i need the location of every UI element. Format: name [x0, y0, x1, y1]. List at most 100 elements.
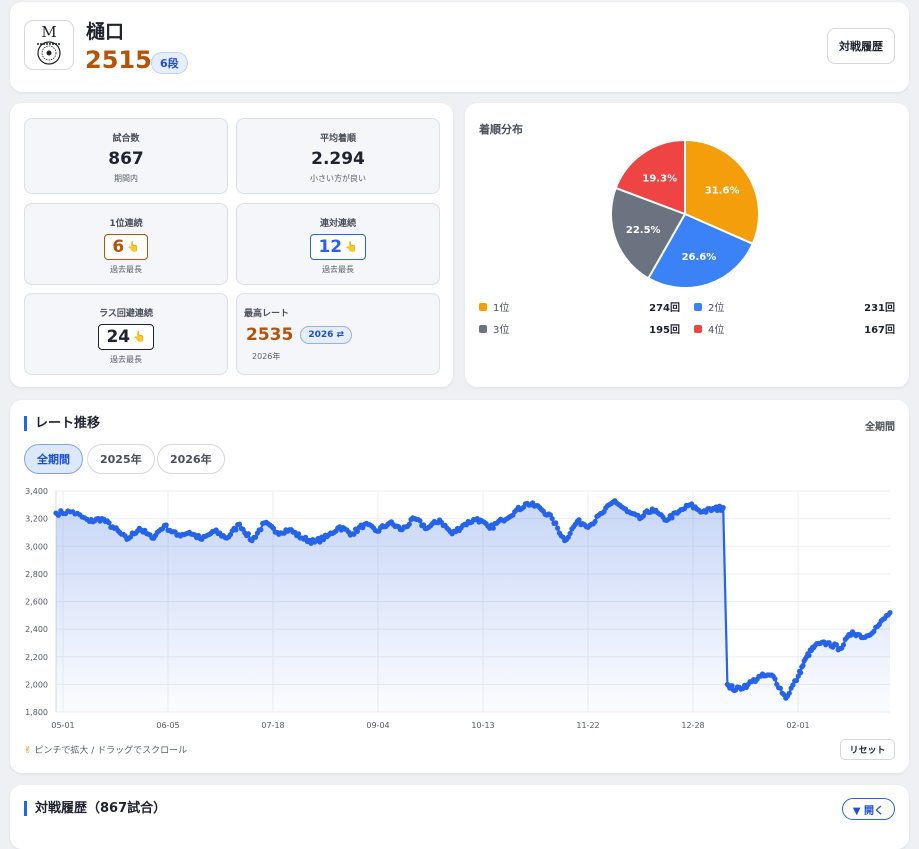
- distribution-legend: 1位 274回 2位 231回 3位 195回 4位 167回: [479, 299, 895, 336]
- rate-chart-card: レート推移 全期間 全期間 2025年 2026年 1,800 2,000 2,20…: [10, 400, 909, 773]
- seal-icon: [37, 41, 61, 65]
- y-tick-label: 2,000: [25, 680, 48, 689]
- rate-chart-title: レート推移: [24, 416, 100, 431]
- zoom-hint-text: ピンチで拡大 / ドラッグでスクロール: [34, 746, 188, 756]
- legend-label: 4位: [708, 325, 725, 336]
- games-tile: 試合数 867 期間内: [24, 118, 228, 194]
- legend-count: 231回: [864, 303, 895, 314]
- rentai-streak-box: 12 👆: [310, 234, 366, 260]
- first-streak-value: 6: [112, 237, 125, 257]
- legend-item-1: 1位 274回: [479, 299, 680, 314]
- pie-label-1: 31.6%: [705, 186, 740, 197]
- profile-card: M 樋口 2515 6段 対戦履歴: [10, 2, 909, 92]
- pointing-hand-icon: 👆: [127, 241, 140, 253]
- legend-label: 3位: [493, 325, 510, 336]
- history-button[interactable]: 対戦履歴: [827, 28, 895, 64]
- rate-point: [490, 525, 496, 531]
- rate-line-chart[interactable]: 1,800 2,000 2,200 2,400 2,600 2,800 3,000 3,200…: [10, 482, 909, 737]
- player-name: 樋口: [86, 21, 125, 43]
- legend-item-3: 3位 195回: [479, 321, 680, 336]
- history-open-button[interactable]: ▼ 開く: [841, 798, 895, 820]
- tab-all-period[interactable]: 全期間: [24, 444, 83, 474]
- avg-rank-label: 平均着順: [319, 134, 356, 144]
- y-tick-label: 2,800: [25, 570, 48, 579]
- legend-item-2: 2位 231回: [694, 299, 895, 314]
- avg-rank-sub: 小さい方が良い: [310, 174, 366, 183]
- best-rate-label: 最高レート: [244, 309, 290, 319]
- legend-label: 1位: [493, 303, 510, 314]
- x-tick-label: 10-13: [471, 721, 494, 730]
- rate-point: [772, 676, 778, 682]
- rentai-streak-tile: 連対連続 12 👆 過去最長: [236, 203, 440, 285]
- rate-point: [417, 518, 423, 524]
- distribution-card: 着順分布 31.6% 26.6% 22.5% 19.3% 1位 274回 2位 231回 3位…: [465, 103, 909, 387]
- tab-2026[interactable]: 2026年: [157, 444, 225, 474]
- legend-swatch: [694, 324, 702, 333]
- rate-point: [887, 610, 893, 616]
- x-tick-label: 05-01: [51, 721, 74, 730]
- rate-point: [840, 642, 847, 648]
- y-tick-label: 3,200: [25, 515, 48, 524]
- reset-button[interactable]: リセット: [840, 739, 895, 760]
- rentai-streak-label: 連対連続: [319, 219, 356, 229]
- last-avoid-value: 24: [106, 327, 131, 347]
- rate-point: [553, 520, 559, 526]
- rate-point: [592, 518, 598, 525]
- legend-item-4: 4位 167回: [694, 321, 895, 336]
- legend-count: 274回: [649, 303, 680, 314]
- games-label: 試合数: [112, 134, 140, 144]
- legend-label: 2位: [708, 303, 725, 314]
- x-tick-label: 06-05: [156, 721, 179, 730]
- rate-point: [406, 521, 412, 527]
- rate-point: [833, 642, 840, 648]
- rate-point: [258, 527, 264, 533]
- history-title: 対戦履歴（867試合）: [24, 801, 166, 816]
- pinch-hand-icon: ✌: [24, 746, 32, 756]
- x-tick-label: 02-01: [786, 721, 809, 730]
- best-rate-sub: 2026年: [252, 352, 281, 361]
- avatar-mark: M: [41, 23, 57, 41]
- last-avoid-sub: 過去最長: [110, 355, 142, 364]
- distribution-title: 着順分布: [479, 123, 523, 136]
- pie-label-2: 26.6%: [682, 252, 717, 263]
- best-rate-year-toggle[interactable]: 2026 ⇄: [300, 326, 353, 344]
- rate-point: [106, 520, 112, 526]
- pie-label-4: 19.3%: [642, 173, 677, 184]
- rate-point: [163, 522, 169, 528]
- last-avoid-streak-tile: ラス回避連続 24 👆 過去最長: [24, 293, 228, 375]
- rate-point: [555, 525, 561, 531]
- rate-point: [245, 531, 251, 537]
- rentai-streak-sub: 過去最長: [322, 265, 354, 274]
- best-rate-value: 2535: [246, 325, 294, 345]
- x-tick-label: 11-22: [576, 721, 599, 730]
- y-tick-label: 2,400: [25, 625, 48, 634]
- games-value: 867: [108, 149, 144, 169]
- avg-rank-value: 2.294: [311, 149, 365, 169]
- y-tick-label: 1,800: [25, 708, 48, 717]
- rate-point: [806, 652, 812, 658]
- rate-point: [798, 670, 804, 676]
- pointing-hand-icon: 👆: [133, 331, 146, 343]
- rate-point: [55, 512, 62, 518]
- y-tick-label: 2,200: [25, 653, 48, 662]
- games-sub: 期間内: [114, 174, 138, 183]
- rentai-streak-value: 12: [318, 237, 343, 257]
- x-tick-label: 07-18: [261, 721, 284, 730]
- legend-swatch: [694, 302, 702, 311]
- pie-chart: 31.6% 26.6% 22.5% 19.3%: [610, 139, 760, 289]
- last-avoid-label: ラス回避連続: [99, 309, 153, 319]
- tab-2025[interactable]: 2025年: [87, 444, 155, 474]
- y-tick-label: 3,400: [25, 487, 48, 496]
- rate-chart-scope: 全期間: [865, 422, 895, 433]
- avatar: M: [24, 20, 74, 70]
- y-tick-label: 3,000: [25, 542, 48, 551]
- first-streak-label: 1位連続: [109, 219, 143, 229]
- first-streak-box: 6 👆: [104, 234, 148, 260]
- pie-label-3: 22.5%: [626, 225, 661, 236]
- rate-point: [567, 530, 573, 537]
- legend-count: 195回: [649, 325, 680, 336]
- zoom-hint: ✌ ピンチで拡大 / ドラッグでスクロール: [24, 743, 187, 756]
- legend-count: 167回: [864, 325, 895, 336]
- history-card: 対戦履歴（867試合） ▼ 開く: [10, 785, 909, 849]
- y-tick-label: 2,600: [25, 598, 48, 607]
